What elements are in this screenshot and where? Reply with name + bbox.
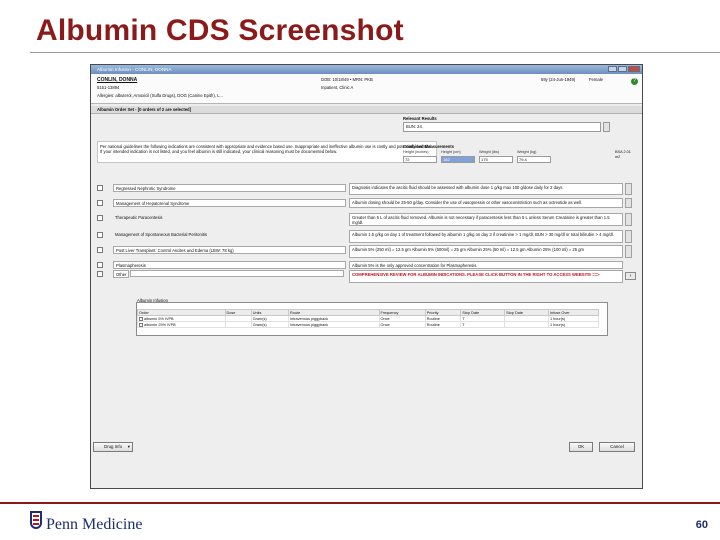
indication-description: Albumin 5% is the only approved concentr… (349, 261, 623, 269)
order-checkbox[interactable] (139, 322, 143, 327)
chevron-down-icon: ▾ (127, 444, 130, 449)
order-cell[interactable]: albumin 25% IVPB (137, 321, 226, 328)
order-checkbox[interactable] (139, 316, 143, 321)
bsa-label: BSA (615, 150, 623, 154)
table-row[interactable]: albumin 25% IVPB Gram(s) Intravenous pig… (137, 321, 600, 328)
minimize-button[interactable] (608, 66, 617, 72)
weight-lbs-label: Weight (lbs) (479, 150, 500, 154)
weight-kg-label: Weight (kg) (517, 150, 537, 154)
other-checkbox[interactable] (97, 271, 103, 277)
patient-sex: Female (589, 77, 603, 82)
help-icon[interactable]: ? (631, 78, 638, 85)
patient-dob: DOB: 10/18/49 • MRN: PKB (321, 77, 373, 82)
weight-kg-field[interactable]: 79.4 (517, 156, 551, 163)
units-cell: Gram(s) (250, 321, 290, 328)
indication-label: Therapeutic Paracentesis (115, 215, 163, 220)
indication-label: Plasmapheresis (113, 261, 346, 269)
indication-description: Greater than 5 L of ascitic fluid remove… (349, 213, 623, 226)
page-number: 60 (695, 519, 708, 531)
patient-age: 59y (24-Jun-1949) (541, 77, 576, 82)
order-name: albumin 5% IVPB (144, 316, 174, 321)
indication-checkbox[interactable] (97, 262, 103, 268)
order-set-header: Albumin Order Set - [0 orders of 2 are s… (91, 106, 642, 114)
description-scrollbar[interactable] (625, 213, 632, 226)
penn-medicine-logo: Penn Medicine (46, 516, 143, 533)
albumin-infusion-window: Albumin Infusion - CONLIN, DONNA CONLIN,… (90, 64, 643, 489)
indication-label: Management of Hepatorenal Syndrome (113, 199, 346, 207)
description-scrollbar[interactable] (625, 183, 632, 195)
indication-description: Albumin 1.5 g/kg on day 1 of treatment f… (349, 230, 623, 243)
indication-description: Albumin 5% (250 ml) = 12.5 gm Albumin 5%… (349, 245, 623, 258)
relevant-results-field[interactable]: BUN: 24, (403, 122, 601, 132)
drug-info-dropdown[interactable]: Drug Info ▾ (93, 442, 133, 452)
weight-lbs-field[interactable]: 175 (479, 156, 513, 163)
height-cm-field[interactable]: 182 (441, 156, 475, 163)
drug-info-label: Drug Info (103, 444, 123, 449)
other-description: COMPREHENSIVE REVIEW FOR ALBUMIN INDICAT… (349, 270, 623, 283)
patient-location: Inpatient, Clinic A (321, 85, 354, 90)
shield-stripe (33, 523, 39, 525)
height-inches-label: Height (inches) (403, 150, 429, 154)
indication-checkbox[interactable] (97, 247, 103, 253)
description-scrollbar[interactable] (625, 198, 632, 208)
shield-stripe (33, 519, 39, 521)
order-name: albumin 25% IVPB (144, 322, 176, 327)
relevant-results-scrollbar[interactable] (603, 122, 610, 132)
indication-checkbox[interactable] (97, 185, 103, 191)
patient-mrn: 5151-13894 (97, 85, 120, 90)
indication-row: Therapeutic Paracentesis Greater than 5 … (97, 213, 638, 228)
description-scrollbar[interactable] (625, 230, 632, 243)
route-cell: Intravenous piggyback (288, 321, 380, 328)
description-scrollbar[interactable] (625, 245, 632, 258)
infuse-over-cell: 1 hour(s) (547, 321, 600, 328)
indication-checkbox[interactable] (97, 232, 103, 238)
other-reason-input[interactable] (130, 270, 344, 277)
orders-table: Order Dose Units Route Frequency Priorit… (137, 309, 600, 328)
stop-date-cell (504, 321, 549, 328)
dose-cell[interactable] (224, 321, 252, 328)
orders-grid: Order Dose Units Route Frequency Priorit… (136, 302, 608, 336)
indication-description: Albumin dosing should be 25-50 g/day. Co… (349, 198, 623, 208)
indication-description: Diagnosis indicates the ascitic fluid sh… (349, 183, 623, 195)
priority-cell: Routine (424, 321, 462, 328)
patient-name[interactable]: CONLIN, DONNA (97, 77, 137, 83)
close-button[interactable] (628, 66, 640, 72)
indication-checkbox[interactable] (97, 215, 103, 221)
slide-title: Albumin CDS Screenshot (36, 14, 404, 47)
indication-label: Management of Spontaneous Bacterial Peri… (115, 232, 207, 237)
penn-shield-logo (30, 511, 42, 529)
indication-row: Regressed Nephrotic Syndrome Diagnosis i… (97, 183, 638, 197)
window-controls (608, 66, 640, 72)
patient-allergies: Allergies: albuterol, Amoxicil (Sulfa Dr… (97, 93, 223, 98)
title-divider (30, 52, 720, 53)
bsa-value: BSA 2.01 m2 (615, 150, 637, 160)
indication-label: Regressed Nephrotic Syndrome (113, 184, 346, 192)
ok-button[interactable]: OK (569, 442, 593, 452)
window-titlebar: Albumin Infusion - CONLIN, DONNA (91, 65, 642, 74)
height-inches-field[interactable]: 72 (403, 156, 437, 163)
indication-checkbox[interactable] (97, 200, 103, 206)
indication-row: Management of Hepatorenal Syndrome Album… (97, 198, 638, 210)
footer-divider (0, 502, 720, 504)
relevant-results-label: Relevant Results (403, 116, 437, 121)
measurements-label: Combined Measurements (403, 144, 454, 149)
maximize-button[interactable] (618, 66, 627, 72)
frequency-cell: Once (378, 321, 426, 328)
indication-row: Management of Spontaneous Bacterial Peri… (97, 230, 638, 245)
cancel-button[interactable]: Cancel (599, 442, 635, 452)
height-cm-label: Height (cm) (441, 150, 461, 154)
window-title: Albumin Infusion - CONLIN, DONNA (97, 67, 172, 72)
start-date-cell: T (460, 321, 506, 328)
other-label: Other (113, 270, 129, 278)
open-website-button[interactable]: › (625, 272, 636, 280)
indication-row: Post Liver Transplant: Control Ascites a… (97, 245, 638, 260)
patient-banner: CONLIN, DONNA 5151-13894 Allergies: albu… (91, 74, 642, 104)
indication-label: Post Liver Transplant: Control Ascites a… (113, 246, 346, 254)
guidelines-text: Per national guidelines the following in… (97, 141, 437, 163)
shield-stripe (33, 515, 39, 517)
indication-row-other: Other COMPREHENSIVE REVIEW FOR ALBUMIN I… (97, 270, 638, 284)
